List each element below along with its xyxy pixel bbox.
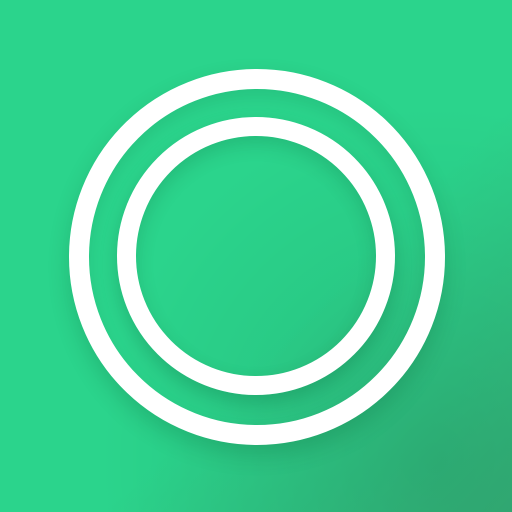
app-icon-tile (0, 0, 512, 512)
inner-ring-icon (117, 117, 395, 395)
